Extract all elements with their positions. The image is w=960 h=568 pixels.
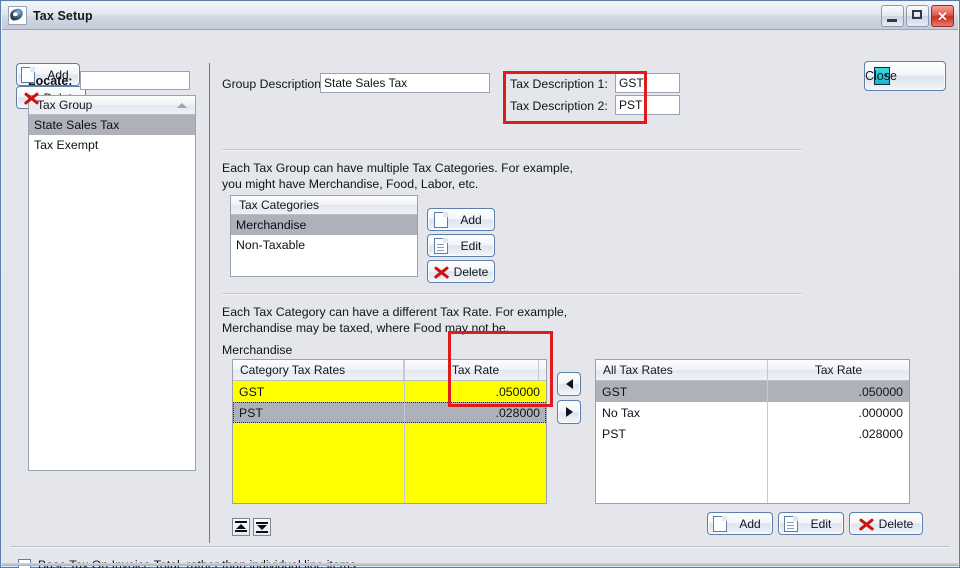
tax-categories-list-header: Tax Categories: [231, 196, 417, 215]
table-row[interactable]: GST .050000: [233, 381, 546, 402]
rate-value: .000000: [858, 405, 903, 420]
rate-name: GST: [239, 384, 265, 399]
all-tax-rates-grid[interactable]: All Tax Rates Tax Rate GST .050000 No Ta…: [595, 359, 910, 504]
tax-group-list[interactable]: Tax Group State Sales Tax Tax Exempt: [28, 95, 196, 471]
details-panel: Group Description: Tax Description 1: Ta…: [220, 63, 944, 536]
rate-add-label: Add: [739, 516, 761, 531]
rate-value: .028000: [495, 405, 540, 420]
tax-group-header-label: Tax Group: [37, 98, 93, 112]
list-item[interactable]: Non-Taxable: [231, 235, 417, 255]
list-item[interactable]: State Sales Tax: [29, 115, 195, 135]
locate-input[interactable]: [80, 71, 191, 90]
move-up-button[interactable]: [232, 518, 250, 536]
tax-description-1-input[interactable]: [615, 73, 680, 93]
tax-group-list-header[interactable]: Tax Group: [29, 96, 195, 115]
categories-help-line-2: you might have Merchandise, Food, Labor,…: [222, 177, 479, 191]
tax-categories-list[interactable]: Tax Categories Merchandise Non-Taxable: [230, 195, 418, 277]
category-delete-button[interactable]: Delete: [427, 260, 495, 283]
section-separator: [222, 293, 802, 294]
move-left-button[interactable]: [557, 372, 581, 396]
window-controls: ✕: [881, 5, 954, 27]
column-header-category-tax-rates[interactable]: Category Tax Rates: [233, 360, 403, 380]
locate-row: Locate:: [28, 71, 191, 90]
column-header-tax-rate[interactable]: Tax Rate: [767, 360, 909, 380]
column-header-tax-rate[interactable]: Tax Rate: [404, 360, 546, 380]
list-item-label: State Sales Tax: [34, 118, 120, 132]
client-area: Close Locate: Tax Group State Sales Tax …: [2, 30, 958, 568]
category-tax-rates-grid[interactable]: Category Tax Rates Tax Rate GST .050000 …: [232, 359, 547, 504]
all-grid-header: All Tax Rates Tax Rate: [596, 360, 909, 381]
category-add-button[interactable]: Add: [427, 208, 495, 231]
table-row[interactable]: No Tax .000000: [596, 402, 909, 423]
minimize-button[interactable]: [881, 5, 904, 27]
document-edit-icon: [784, 515, 798, 532]
delete-x-icon: [24, 91, 38, 105]
category-edit-button[interactable]: Edit: [427, 234, 495, 257]
arrow-left-icon: [565, 379, 573, 389]
arrow-right-icon: [565, 407, 573, 417]
rate-value: .028000: [858, 426, 903, 441]
rate-value: .050000: [495, 384, 540, 399]
rate-add-button[interactable]: Add: [707, 512, 773, 535]
grid-column-divider: [767, 380, 768, 503]
categories-help-line-1: Each Tax Group can have multiple Tax Cat…: [222, 161, 573, 175]
rates-help-line-2: Merchandise may be taxed, where Food may…: [222, 321, 510, 335]
rate-delete-label: Delete: [878, 516, 914, 531]
tax-categories-header-label: Tax Categories: [239, 198, 320, 212]
grid-column-divider: [404, 380, 405, 503]
list-item[interactable]: Tax Exempt: [29, 135, 195, 155]
table-row[interactable]: PST .028000: [596, 423, 909, 444]
rates-help-line-1: Each Tax Category can have a different T…: [222, 305, 568, 319]
rate-value: .050000: [858, 384, 903, 399]
sort-ascending-icon: [177, 103, 187, 108]
tax-description-2-label: Tax Description 2:: [510, 99, 608, 113]
list-item-label: Merchandise: [236, 218, 307, 232]
list-item-label: Non-Taxable: [236, 238, 306, 252]
move-down-icon: [256, 521, 268, 533]
section-separator: [222, 149, 802, 150]
tax-group-panel: Locate: Tax Group State Sales Tax Tax Ex…: [16, 63, 210, 539]
current-category-label: Merchandise: [222, 343, 293, 357]
tax-description-1-label: Tax Description 1:: [510, 77, 608, 91]
list-item-label: Tax Exempt: [34, 138, 99, 152]
window-title: Tax Setup: [33, 8, 93, 23]
table-row[interactable]: GST .050000: [596, 381, 909, 402]
document-add-icon: [434, 211, 448, 228]
tax-description-2-input[interactable]: [615, 95, 680, 115]
rate-name: PST: [602, 426, 626, 441]
window-bottom-edge: [2, 563, 958, 566]
app-swoosh-icon: [8, 6, 27, 25]
window-close-button[interactable]: ✕: [931, 5, 954, 27]
maximize-button[interactable]: [906, 5, 929, 27]
rate-delete-button[interactable]: Delete: [849, 512, 923, 535]
document-add-icon: [713, 515, 727, 532]
column-header-all-tax-rates[interactable]: All Tax Rates: [596, 360, 767, 380]
panel-divider: [209, 63, 210, 543]
group-description-label: Group Description:: [222, 77, 325, 91]
move-up-icon: [235, 521, 247, 533]
rate-edit-button[interactable]: Edit: [778, 512, 844, 535]
rate-edit-label: Edit: [810, 516, 832, 531]
tax-setup-window: Tax Setup ✕ Close Locate: Tax Group Stat…: [0, 0, 960, 568]
rate-name: GST: [602, 384, 628, 399]
delete-x-icon: [859, 517, 873, 531]
rate-name: PST: [239, 405, 263, 420]
document-add-icon: [21, 66, 35, 83]
group-description-input[interactable]: [320, 73, 490, 93]
move-right-button[interactable]: [557, 400, 581, 424]
rate-name: No Tax: [602, 405, 641, 420]
list-item[interactable]: Merchandise: [231, 215, 417, 235]
category-edit-label: Edit: [460, 238, 482, 253]
move-down-button[interactable]: [253, 518, 271, 536]
category-delete-label: Delete: [453, 264, 489, 279]
category-add-label: Add: [460, 212, 482, 227]
delete-x-icon: [434, 265, 448, 279]
table-row[interactable]: PST .028000: [233, 402, 546, 423]
title-bar: Tax Setup ✕: [2, 2, 958, 30]
footer-separator: [10, 546, 950, 547]
document-edit-icon: [434, 237, 448, 254]
